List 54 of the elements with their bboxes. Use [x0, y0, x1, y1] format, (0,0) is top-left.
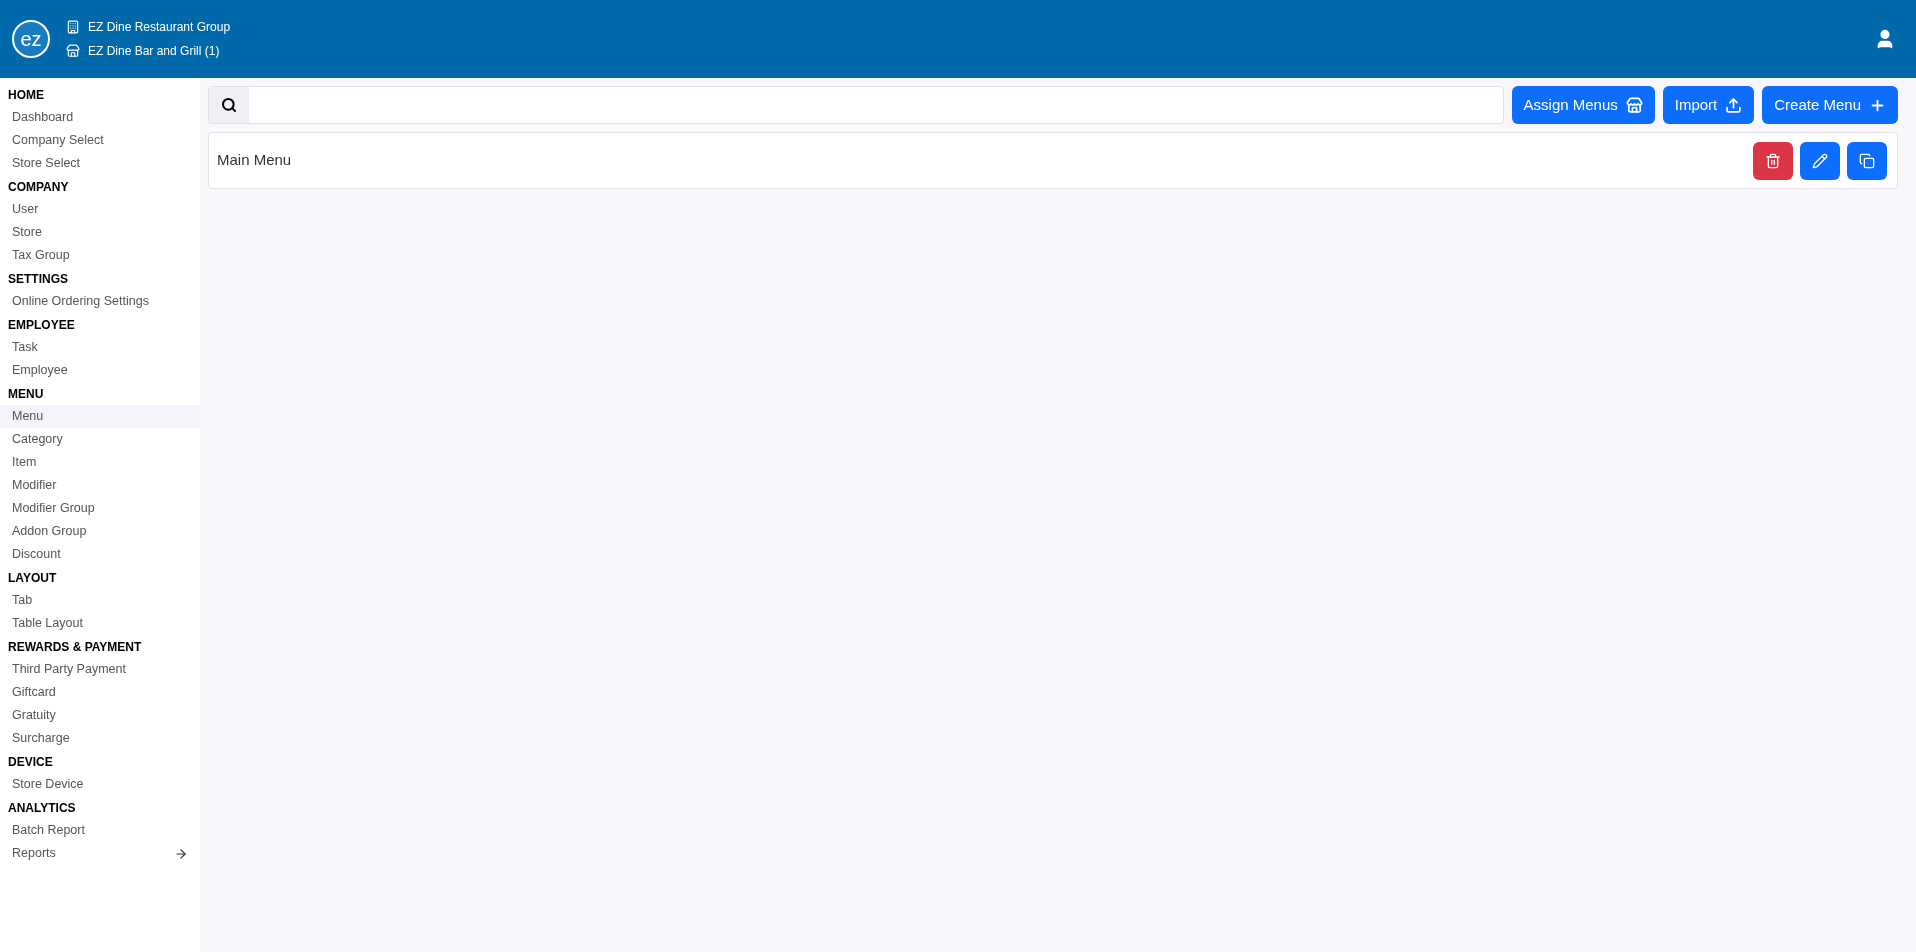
sidebar-item[interactable]: Modifier Group [0, 497, 200, 520]
sidebar-item[interactable]: Menu [0, 405, 200, 428]
toolbar-button[interactable]: Import [1662, 86, 1755, 124]
section-heading: ANALYTICS [7, 799, 77, 817]
copy-icon [1859, 152, 1875, 169]
search-field[interactable] [208, 86, 1504, 124]
sidebar-item[interactable]: Gratuity [0, 704, 200, 727]
sidebar-item[interactable]: Third Party Payment [0, 658, 200, 681]
section-heading: MENU [7, 385, 45, 403]
sidebar-item[interactable]: Item [0, 451, 200, 474]
sidebar-item[interactable]: Giftcard [0, 681, 200, 704]
company-name[interactable]: EZ Dine Restaurant Group [88, 18, 231, 36]
store-icon [1625, 96, 1643, 114]
sidebar-item[interactable]: Store Select [0, 152, 200, 175]
copy-button[interactable] [1847, 141, 1887, 180]
section-heading: LAYOUT [7, 569, 58, 587]
sidebar-item[interactable]: Store Device [0, 773, 200, 796]
section-heading: REWARDS & PAYMENT [7, 638, 143, 656]
sidebar-item[interactable]: Store [0, 221, 200, 244]
sidebar-item[interactable]: Online Ordering Settings [0, 290, 200, 313]
menu-row[interactable]: Main Menu [208, 132, 1898, 189]
sidebar-item[interactable]: Tab [0, 589, 200, 612]
sidebar-item[interactable]: Company Select [0, 129, 200, 152]
toolbar-button[interactable]: Assign Menus [1511, 86, 1655, 124]
sidebar-item[interactable]: Surcharge [0, 727, 200, 750]
building-icon [66, 20, 80, 34]
sidebar-item[interactable]: Task [0, 336, 200, 359]
sidebar-item[interactable]: Table Layout [0, 612, 200, 635]
section-heading: HOME [7, 86, 45, 104]
sidebar-item[interactable]: User [0, 198, 200, 221]
search-icon [221, 97, 237, 113]
menu-name: Main Menu [217, 150, 293, 171]
delete-button[interactable] [1753, 141, 1793, 180]
sidebar-item[interactable]: Addon Group [0, 520, 200, 543]
section-heading: COMPANY [7, 178, 70, 196]
sidebar-item[interactable]: Category [0, 428, 200, 451]
sidebar-item[interactable]: Employee [0, 359, 200, 382]
edit-button[interactable] [1800, 141, 1840, 180]
sidebar-item[interactable]: Modifier [0, 474, 200, 497]
section-heading: DEVICE [7, 753, 54, 771]
sidebar-item[interactable]: Dashboard [0, 106, 200, 129]
store-icon [66, 44, 80, 58]
sidebar-item[interactable]: Tax Group [0, 244, 200, 267]
store-name[interactable]: EZ Dine Bar and Grill (1) [88, 42, 220, 60]
upload-icon [1725, 96, 1743, 114]
toolbar-button[interactable]: Create Menu [1762, 86, 1898, 124]
trash-icon [1765, 152, 1781, 169]
section-heading: SETTINGS [7, 270, 69, 288]
sidebar-item[interactable]: Reports [0, 842, 200, 865]
pencil-icon [1812, 152, 1828, 169]
sidebar-item[interactable]: Discount [0, 543, 200, 566]
sidebar-item[interactable]: Batch Report [0, 819, 200, 842]
section-heading: EMPLOYEE [7, 316, 76, 334]
logo[interactable]: ez [12, 20, 50, 58]
